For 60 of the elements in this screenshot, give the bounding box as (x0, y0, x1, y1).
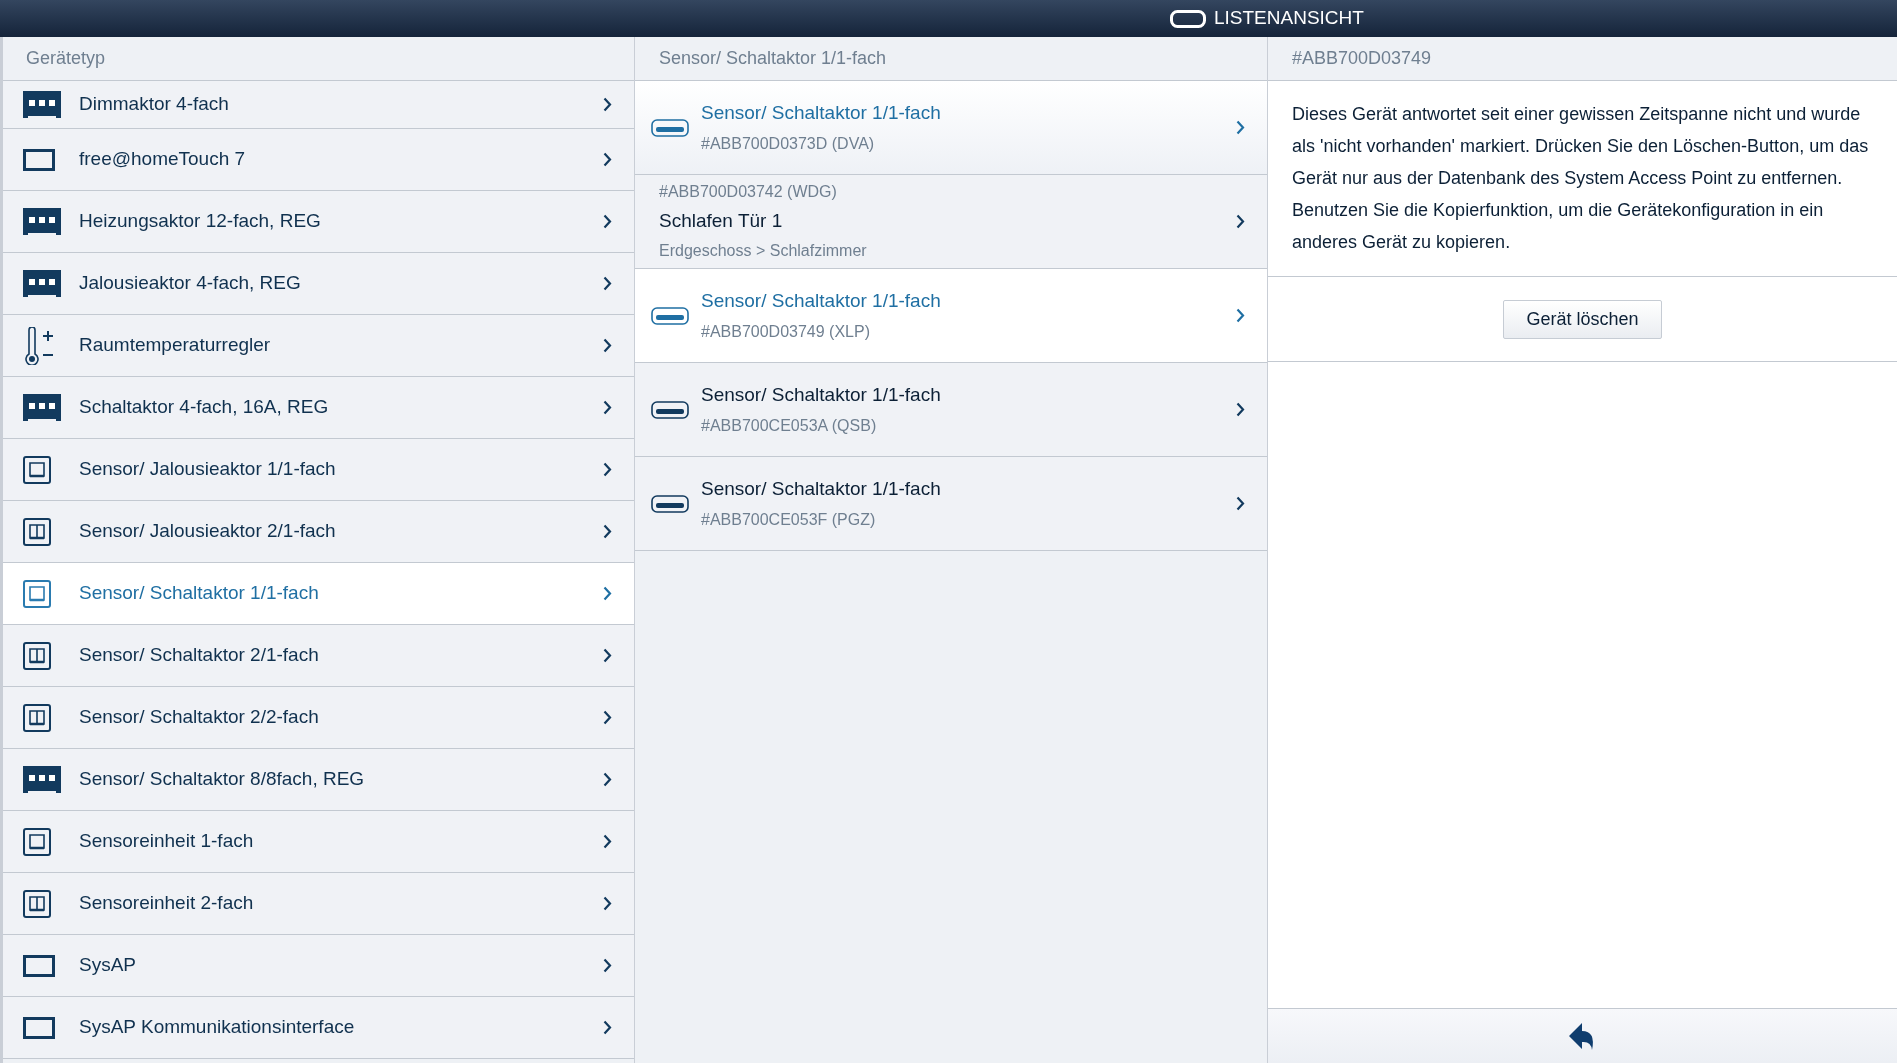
screen-icon (23, 954, 55, 977)
module-icon (23, 269, 61, 298)
device-type-item[interactable]: Sensor/ Schaltaktor 1/1-fach (3, 563, 634, 625)
back-arrow-icon[interactable] (1569, 1022, 1596, 1050)
switch-icon (23, 455, 51, 484)
status-message: Dieses Gerät antwortet seit einer gewissen Zeitspanne nicht und wurde als 'nicht vorhanden' markiert. Drücken Sie den Löschen-Button, um das Gerät nur aus der Datenbank des System Access Point zu entfernen. Benutzen Sie die Kopierfunktion, um die Gerätekonfiguration in ein anderes Gerät zu kopieren. (1268, 81, 1897, 277)
column-header: #ABB700D03749 (1268, 37, 1897, 81)
device-serial: #ABB700D0373D (DVA) (701, 133, 876, 154)
rocker-switch-icon (651, 494, 689, 513)
device-title: Sensor/ Schaltaktor 1/1-fach (701, 101, 941, 126)
chevron-right-icon (1236, 496, 1245, 511)
chevron-right-icon (603, 97, 612, 112)
chevron-right-icon (603, 524, 612, 539)
double-switch-icon (23, 641, 51, 670)
chevron-right-icon (1236, 308, 1245, 323)
chevron-right-icon (1236, 214, 1245, 229)
chevron-right-icon (603, 152, 612, 167)
delete-device-button[interactable]: Gerät löschen (1503, 299, 1662, 339)
device-title: Sensor/ Schaltaktor 1/1-fach (701, 477, 941, 502)
rocker-switch-icon (651, 306, 689, 325)
chevron-right-icon (603, 400, 612, 415)
device-location: Erdgeschoss > Schlafzimmer (659, 240, 868, 261)
device-title: Sensor/ Schaltaktor 1/1-fach (701, 289, 941, 314)
view-title: LISTENANSICHT (1214, 6, 1364, 31)
rocker-switch-icon (651, 118, 689, 137)
device-item[interactable]: Sensor/ Schaltaktor 1/1-fach #ABB700D0373D (DVA) (635, 81, 1267, 175)
double-switch-icon (23, 703, 51, 732)
chevron-right-icon (603, 772, 612, 787)
device-title: Sensor/ Schaltaktor 1/1-fach (701, 383, 941, 408)
double-switch-icon (23, 517, 51, 546)
screen-icon (23, 148, 55, 171)
device-item[interactable]: Sensor/ Schaltaktor 1/1-fach #ABB700D03749 (XLP) (635, 269, 1267, 363)
module-icon (23, 765, 61, 794)
device-name: Schlafen Tür 1 (659, 209, 784, 234)
chevron-right-icon (603, 276, 612, 291)
rocker-switch-icon (651, 400, 689, 419)
switch-icon (23, 579, 51, 608)
chevron-right-icon (603, 648, 612, 663)
chevron-right-icon (603, 214, 612, 229)
list-view-icon (1170, 9, 1206, 28)
device-serial: #ABB700CE053A (QSB) (701, 415, 878, 436)
chevron-right-icon (603, 834, 612, 849)
module-icon (23, 207, 61, 236)
chevron-right-icon (1236, 120, 1245, 135)
device-serial: #ABB700D03742 (WDG) (659, 182, 838, 203)
chevron-right-icon (603, 896, 612, 911)
chevron-right-icon (603, 958, 612, 973)
chevron-right-icon (603, 710, 612, 725)
device-serial: #ABB700D03749 (XLP) (701, 321, 871, 342)
chevron-right-icon (603, 1020, 612, 1035)
module-icon (23, 90, 61, 119)
device-serial: #ABB700CE053F (PGZ) (701, 509, 877, 530)
screen-icon (23, 1016, 55, 1039)
chevron-right-icon (603, 338, 612, 353)
chevron-right-icon (1236, 402, 1245, 417)
chevron-right-icon (603, 462, 612, 477)
module-icon (23, 393, 61, 422)
double-switch-icon (23, 889, 51, 918)
chevron-right-icon (603, 586, 612, 601)
switch-icon (23, 827, 51, 856)
